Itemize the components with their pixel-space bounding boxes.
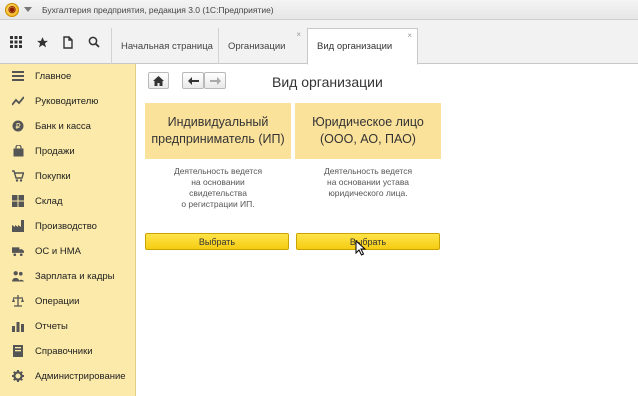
tab-label: Организации	[228, 40, 286, 52]
sidebar-item-label: Зарплата и кадры	[35, 270, 115, 282]
back-button[interactable]	[182, 72, 204, 89]
gear-icon	[12, 370, 24, 382]
cart-icon	[12, 170, 24, 182]
tab-organizations[interactable]: Организации ×	[218, 28, 306, 64]
sidebar: Главное Руководителю ₽ Банк и касса Прод…	[0, 64, 136, 396]
select-individual-entrepreneur-button[interactable]: Выбрать	[145, 233, 289, 250]
sidebar-item-manager[interactable]: Руководителю	[0, 90, 136, 112]
menu-list-icon	[12, 70, 24, 82]
card-individual-entrepreneur-description: Деятельность ведется на основании свидет…	[145, 166, 291, 210]
close-icon[interactable]: ×	[296, 30, 301, 39]
sidebar-item-operations[interactable]: Операции	[0, 290, 136, 312]
description-line: свидетельства	[189, 188, 247, 198]
sidebar-item-fixed-assets[interactable]: ОС и НМА	[0, 240, 136, 262]
trend-line-icon	[12, 95, 24, 107]
svg-text:₽: ₽	[15, 122, 20, 131]
app-logo-icon[interactable]: ◉	[5, 2, 19, 17]
sidebar-item-production[interactable]: Производство	[0, 215, 136, 237]
sidebar-item-administration[interactable]: Администрирование	[0, 365, 136, 387]
card-individual-entrepreneur-heading: Индивидуальный предприниматель (ИП)	[145, 103, 291, 159]
sidebar-item-label: Администрирование	[35, 370, 126, 382]
sidebar-item-label: Отчеты	[35, 320, 68, 332]
arrow-right-icon	[209, 76, 221, 85]
description-line: на основании устава	[327, 177, 409, 187]
sidebar-item-main[interactable]: Главное	[0, 65, 136, 87]
sidebar-item-label: Справочники	[35, 345, 93, 357]
sidebar-item-bank[interactable]: ₽ Банк и касса	[0, 115, 136, 137]
card-legal-entity-heading: Юридическое лицо (ООО, АО, ПАО)	[295, 103, 441, 159]
description-line: Деятельность ведется	[173, 166, 263, 176]
factory-icon	[12, 220, 24, 232]
coin-icon: ₽	[12, 120, 24, 132]
select-legal-entity-button[interactable]: Выбрать	[296, 233, 440, 250]
sidebar-item-sales[interactable]: Продажи	[0, 140, 136, 162]
forward-button[interactable]	[204, 72, 226, 89]
mouse-cursor-icon	[355, 240, 367, 256]
sidebar-item-label: Операции	[35, 295, 80, 307]
star-icon[interactable]	[29, 20, 55, 64]
home-button[interactable]	[148, 72, 169, 89]
sidebar-item-label: Производство	[35, 220, 97, 232]
sidebar-item-salary[interactable]: Зарплата и кадры	[0, 265, 136, 287]
book-icon	[12, 345, 24, 357]
arrow-left-icon	[187, 76, 199, 85]
tab-label: Вид организации	[317, 41, 393, 52]
sidebar-item-label: Продажи	[35, 145, 75, 157]
description-line: о регистрации ИП.	[181, 199, 255, 209]
history-icon[interactable]	[55, 20, 81, 64]
apps-grid-icon[interactable]	[3, 20, 29, 64]
sidebar-item-warehouse[interactable]: Склад	[0, 190, 136, 212]
sidebar-item-reports[interactable]: Отчеты	[0, 315, 136, 337]
tab-home-page[interactable]: Начальная страница	[111, 28, 217, 64]
card-legal-entity-description: Деятельность ведется на основании устава…	[295, 166, 441, 199]
sidebar-item-label: Банк и касса	[35, 120, 91, 132]
title-bar: ◉ Бухгалтерия предприятия, редакция 3.0 …	[0, 0, 638, 20]
shopping-bag-icon	[12, 145, 24, 157]
page-title: Вид организации	[272, 74, 383, 90]
tab-organization-type[interactable]: Вид организации ×	[307, 28, 418, 65]
warehouse-icon	[12, 195, 24, 207]
people-icon	[12, 270, 24, 282]
main-content: Вид организации Индивидуальный предприни…	[137, 65, 638, 396]
bar-chart-icon	[12, 320, 24, 332]
sidebar-item-label: Руководителю	[35, 95, 99, 107]
sidebar-item-label: Склад	[35, 195, 63, 207]
home-icon	[153, 75, 164, 86]
description-line: юридического лица.	[328, 188, 408, 198]
sidebar-item-label: ОС и НМА	[35, 245, 81, 257]
top-toolbar: Начальная страница Организации × Вид орг…	[0, 20, 638, 65]
sidebar-item-label: Покупки	[35, 170, 71, 182]
sidebar-item-purchases[interactable]: Покупки	[0, 165, 136, 187]
truck-icon	[12, 245, 24, 257]
scales-icon	[12, 295, 24, 307]
tab-label: Начальная страница	[121, 40, 213, 52]
search-icon[interactable]	[81, 20, 107, 64]
description-line: Деятельность ведется	[323, 166, 413, 176]
description-line: на основании	[191, 177, 245, 187]
sidebar-item-catalogs[interactable]: Справочники	[0, 340, 136, 362]
sidebar-item-label: Главное	[35, 70, 72, 82]
window-title: Бухгалтерия предприятия, редакция 3.0 (1…	[42, 4, 274, 15]
close-icon[interactable]: ×	[407, 31, 412, 40]
chevron-down-icon[interactable]	[22, 3, 34, 17]
